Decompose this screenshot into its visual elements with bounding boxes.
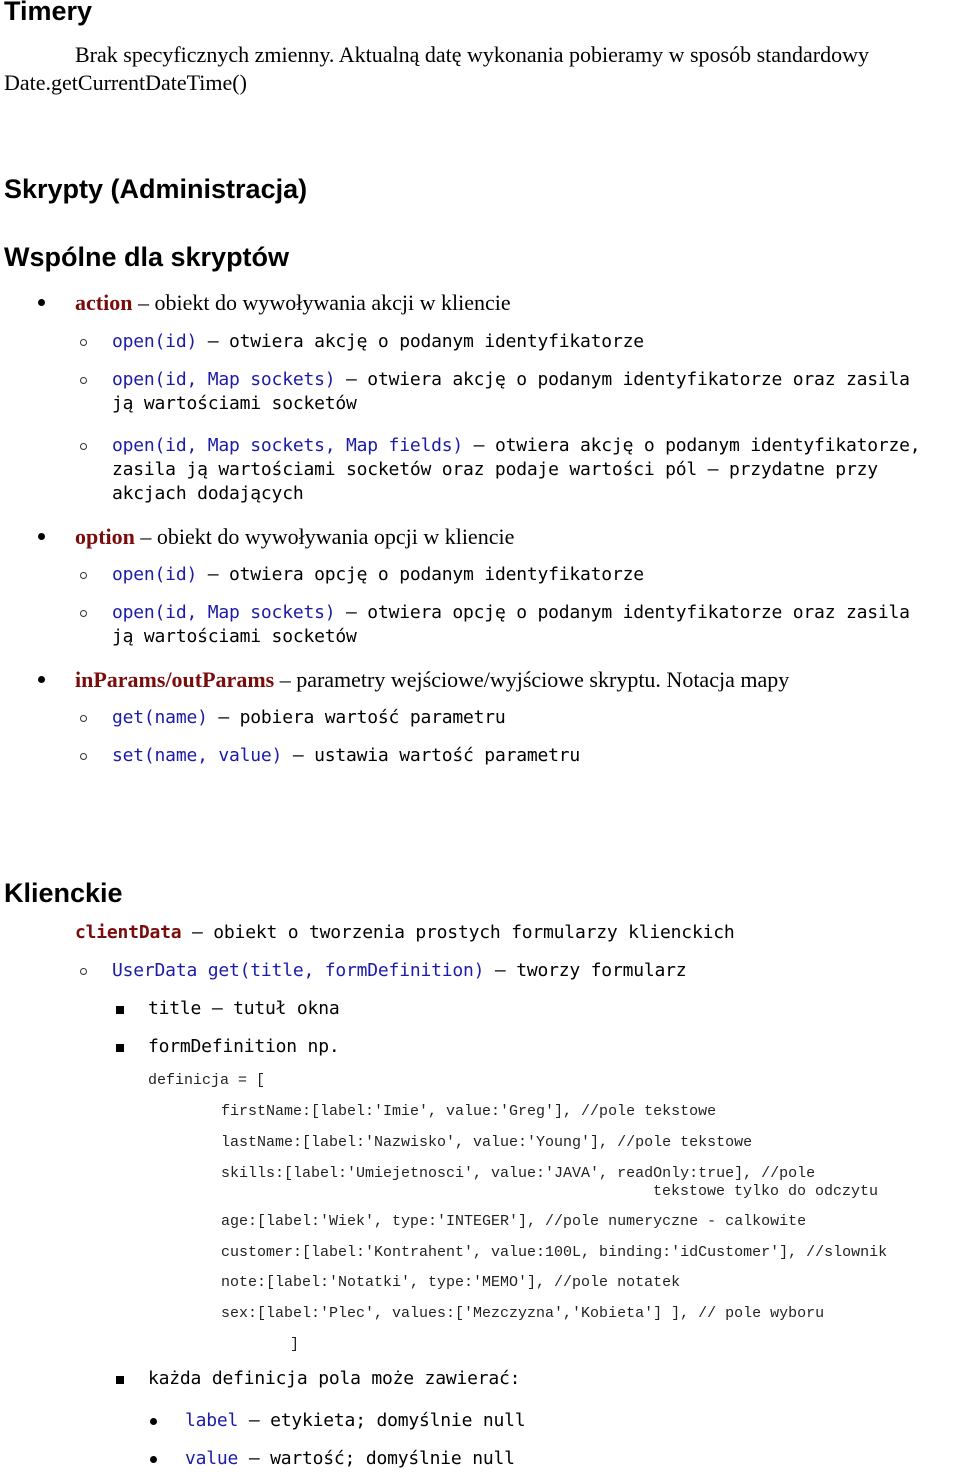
method-item: open(id, Map sockets) – otwiera opcję o … <box>112 602 910 623</box>
bullet-icon <box>38 299 45 306</box>
code-line: customer:[label:'Kontrahent', value:100L… <box>221 1244 888 1261</box>
code-line: skills:[label:'Umiejetnosci', value:'JAV… <box>221 1165 816 1182</box>
circle-bullet-icon <box>80 339 87 346</box>
bullet-icon <box>150 1418 157 1425</box>
circle-bullet-icon <box>80 715 87 722</box>
circle-bullet-icon <box>80 968 87 975</box>
code-line: sex:[label:'Plec', values:['Mezczyzna','… <box>221 1305 825 1322</box>
bullet-icon <box>150 1456 157 1463</box>
circle-bullet-icon <box>80 443 87 450</box>
method-desc-continued: ją wartościami socketów <box>112 626 357 647</box>
code-close: ] <box>290 1336 300 1353</box>
bullet-icon <box>38 676 45 683</box>
circle-bullet-icon <box>80 572 87 579</box>
field-def-intro: każda definicja pola może zawierać: <box>148 1368 521 1389</box>
heading-skrypty: Skrypty (Administracja) <box>4 174 308 204</box>
method-item: open(id, Map sockets) – otwiera akcję o … <box>112 369 910 390</box>
method-desc: – otwiera akcję o podanym identyfikatorz… <box>463 435 921 456</box>
method-desc: – otwiera opcję o podanym identyfikatorz… <box>197 564 644 585</box>
bullet-icon <box>38 533 45 540</box>
object-name: option <box>75 524 135 549</box>
code-line: lastName:[label:'Nazwisko', value:'Young… <box>221 1134 753 1151</box>
method-desc-continued: ją wartościami socketów <box>112 393 357 414</box>
heading-klienckie: Klienckie <box>4 878 123 908</box>
method-desc: – ustawia wartość parametru <box>282 745 581 766</box>
method-item: open(id) – otwiera akcję o podanym ident… <box>112 331 644 352</box>
list-item-action: action – obiekt do wywoływania akcji w k… <box>75 290 511 316</box>
object-desc: – parametry wejściowe/wyjściowe skryptu.… <box>274 667 790 692</box>
timery-paragraph-line1: Brak specyficznych zmienny. Aktualną dat… <box>75 42 870 67</box>
square-bullet-icon <box>116 1376 124 1384</box>
circle-bullet-icon <box>80 610 87 617</box>
param-item: formDefinition np. <box>148 1036 340 1057</box>
code-open: definicja = [ <box>148 1072 266 1089</box>
method-signature: open(id) <box>112 331 198 352</box>
field-prop-name: value <box>185 1448 239 1469</box>
object-name: clientData <box>75 922 182 943</box>
method-desc: – otwiera opcję o podanym identyfikatorz… <box>335 602 910 623</box>
field-prop-item: label – etykieta; domyślnie null <box>185 1410 526 1431</box>
square-bullet-icon <box>116 1044 124 1052</box>
object-name: inParams/outParams <box>75 667 275 692</box>
code-line: note:[label:'Notatki', type:'MEMO'], //p… <box>221 1274 681 1291</box>
method-signature: get(name) <box>112 707 208 728</box>
method-desc: – pobiera wartość parametru <box>207 707 506 728</box>
method-item: UserData get(title, formDefinition) – tw… <box>112 960 687 981</box>
method-item: open(id) – otwiera opcję o podanym ident… <box>112 564 644 585</box>
object-name: action <box>75 290 133 315</box>
heading-wspolne: Wspólne dla skryptów <box>4 242 290 272</box>
method-desc: – otwiera akcję o podanym identyfikatorz… <box>335 369 910 390</box>
circle-bullet-icon <box>80 753 87 760</box>
circle-bullet-icon <box>80 377 87 384</box>
method-item: get(name) – pobiera wartość parametru <box>112 707 506 728</box>
field-prop-name: label <box>185 1410 239 1431</box>
timery-paragraph-line2: Date.getCurrentDateTime() <box>4 70 247 95</box>
param-item: title – tutuł okna <box>148 998 340 1019</box>
list-item-params: inParams/outParams – parametry wejściowe… <box>75 667 789 693</box>
code-line-continued: tekstowe tylko do odczytu <box>653 1183 879 1200</box>
field-prop-desc: – wartość; domyślnie null <box>238 1448 515 1469</box>
code-line: age:[label:'Wiek', type:'INTEGER'], //po… <box>221 1213 807 1230</box>
field-prop-desc: – etykieta; domyślnie null <box>238 1410 526 1431</box>
list-item-option: option – obiekt do wywoływania opcji w k… <box>75 524 514 550</box>
method-item: set(name, value) – ustawia wartość param… <box>112 745 580 766</box>
object-desc: – obiekt do wywoływania opcji w kliencie <box>134 524 515 549</box>
method-desc-continued: zasila ją wartościami socketów oraz poda… <box>112 459 878 480</box>
method-signature: open(id, Map sockets, Map fields) <box>112 435 464 456</box>
object-desc: – obiekt do wywoływania akcji w kliencie <box>132 290 511 315</box>
heading-timery: Timery <box>4 0 93 26</box>
method-signature: open(id, Map sockets) <box>112 369 336 390</box>
square-bullet-icon <box>116 1006 124 1014</box>
method-signature: open(id, Map sockets) <box>112 602 336 623</box>
object-desc: – obiekt o tworzenia prostych formularzy… <box>181 922 735 943</box>
method-signature: open(id) <box>112 564 198 585</box>
client-data-line: clientData – obiekt o tworzenia prostych… <box>75 922 735 943</box>
method-desc-continued: akcjach dodających <box>112 483 304 504</box>
method-signature: set(name, value) <box>112 745 283 766</box>
code-line: firstName:[label:'Imie', value:'Greg'], … <box>221 1103 717 1120</box>
method-signature: UserData get(title, formDefinition) <box>112 960 485 981</box>
method-item: open(id, Map sockets, Map fields) – otwi… <box>112 435 921 456</box>
method-desc: – tworzy formularz <box>484 960 687 981</box>
field-prop-item: value – wartość; domyślnie null <box>185 1448 515 1469</box>
method-desc: – otwiera akcję o podanym identyfikatorz… <box>197 331 644 352</box>
